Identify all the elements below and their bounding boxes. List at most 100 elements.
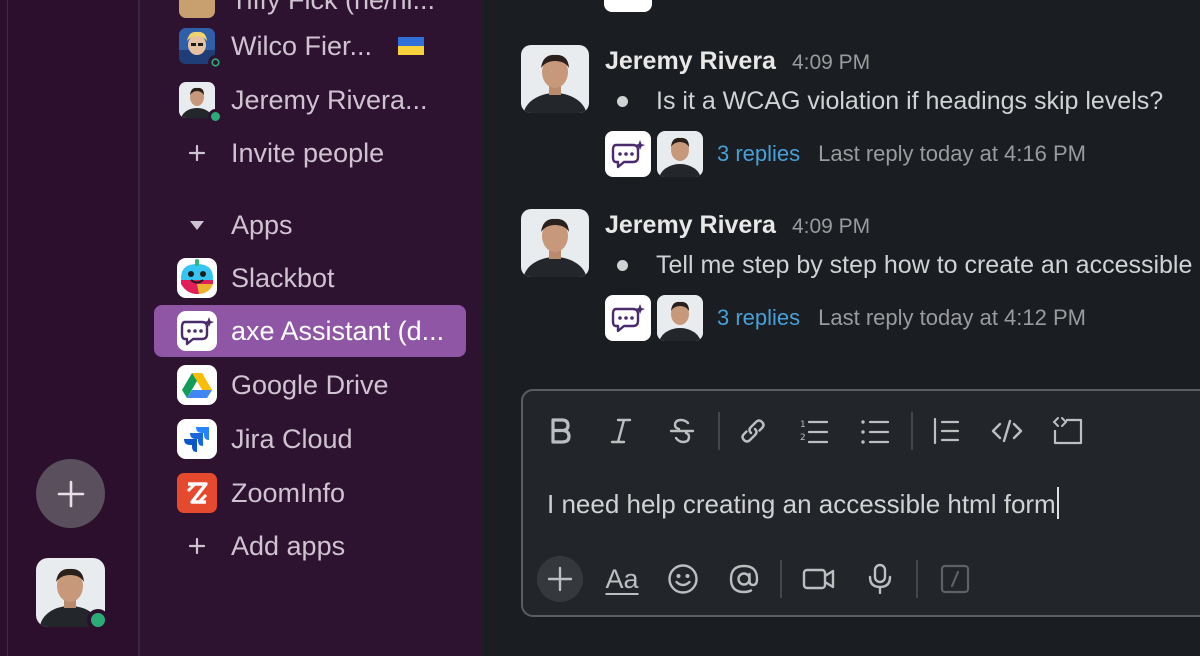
user-avatar-icon bbox=[177, 80, 223, 124]
sidebar-item-label: Jeremy Rivera... bbox=[231, 84, 428, 115]
svg-text:2: 2 bbox=[800, 433, 806, 443]
rail-divider-line bbox=[7, 0, 8, 656]
blockquote-icon bbox=[933, 417, 960, 445]
sidebar-item-google-drive[interactable]: Google Drive bbox=[154, 359, 466, 411]
slash-command-icon bbox=[940, 564, 970, 594]
svg-text:1: 1 bbox=[800, 420, 806, 430]
apps-section-header[interactable]: Apps bbox=[154, 199, 466, 251]
sidebar-item-dm-jeremy[interactable]: Jeremy Rivera... bbox=[154, 74, 466, 126]
toolbar-divider bbox=[780, 560, 782, 598]
at-sign-icon bbox=[729, 564, 759, 594]
formatting-aa-label: Aa bbox=[605, 563, 639, 594]
sidebar-item-axe-assistant[interactable]: axe Assistant (d... bbox=[154, 305, 466, 357]
add-workspace-button[interactable] bbox=[36, 459, 105, 528]
plus-icon bbox=[57, 480, 84, 507]
sidebar-item-dm-wilco[interactable]: Wilco Fier... bbox=[154, 20, 466, 72]
message-text: Is it a WCAG violation if headings skip … bbox=[617, 87, 1163, 116]
shortcuts-button[interactable] bbox=[930, 554, 980, 604]
replies-link[interactable]: 3 replies bbox=[717, 305, 800, 331]
message-timestamp[interactable]: 4:09 PM bbox=[792, 215, 870, 239]
ordered-list-button[interactable]: 12 bbox=[789, 406, 839, 456]
sidebar-item-label: Slackbot bbox=[231, 262, 335, 293]
message-input-text: I need help creating an accessible html … bbox=[547, 489, 1056, 519]
sidebar-item-label: Invite people bbox=[231, 137, 385, 168]
author-name[interactable]: Jeremy Rivera bbox=[605, 47, 776, 76]
section-label: Apps bbox=[231, 209, 293, 240]
bullet-icon bbox=[617, 260, 628, 271]
message-header: Jeremy Rivera 4:09 PM bbox=[605, 211, 870, 240]
message-text-content: Is it a WCAG violation if headings skip … bbox=[656, 87, 1164, 115]
message-text: Tell me step by step how to create an ac… bbox=[617, 251, 1192, 280]
bold-button[interactable] bbox=[535, 406, 585, 456]
user-avatar-icon bbox=[657, 131, 703, 177]
message-timestamp[interactable]: 4:09 PM bbox=[792, 51, 870, 75]
message-pane: Jeremy Rivera 4:09 PM Is it a WCAG viola… bbox=[482, 0, 1200, 656]
ukraine-flag-icon bbox=[398, 37, 425, 55]
invite-people-button[interactable]: Invite people bbox=[154, 127, 466, 179]
code-icon bbox=[991, 419, 1023, 443]
add-apps-button[interactable]: Add apps bbox=[154, 520, 466, 572]
emoji-icon bbox=[668, 564, 698, 594]
sidebar-item-label: axe Assistant (d... bbox=[231, 315, 445, 346]
blockquote-button[interactable] bbox=[921, 406, 971, 456]
sidebar-item-label: Add apps bbox=[231, 530, 346, 561]
text-cursor bbox=[1056, 487, 1059, 519]
plus-icon bbox=[177, 526, 217, 566]
sidebar-item-jira-cloud[interactable]: Jira Cloud bbox=[154, 413, 466, 465]
italic-button[interactable] bbox=[596, 406, 646, 456]
code-block-icon bbox=[1052, 417, 1083, 445]
caret-down-icon bbox=[177, 205, 217, 245]
replies-link[interactable]: 3 replies bbox=[717, 141, 800, 167]
user-avatar-icon bbox=[177, 26, 223, 70]
bulleted-list-button[interactable] bbox=[850, 406, 900, 456]
bulleted-list-icon bbox=[861, 420, 890, 444]
attach-button[interactable] bbox=[537, 556, 583, 602]
message-header: Jeremy Rivera 4:09 PM bbox=[605, 47, 870, 76]
strikethrough-icon bbox=[669, 418, 695, 444]
sidebar-item-label: Jira Cloud bbox=[231, 423, 353, 454]
axe-assistant-icon bbox=[605, 295, 651, 341]
bold-icon bbox=[551, 418, 571, 444]
formatting-toggle-button[interactable]: Aa bbox=[597, 554, 647, 604]
code-block-button[interactable] bbox=[1043, 406, 1093, 456]
sidebar-item-label: Tiffy Fick (he/hi... bbox=[231, 0, 435, 16]
author-avatar[interactable] bbox=[521, 45, 589, 113]
bullet-icon bbox=[617, 96, 628, 107]
google-drive-icon bbox=[177, 365, 217, 405]
thread-summary[interactable]: 3 replies Last reply today at 4:16 PM bbox=[605, 131, 1086, 177]
video-clip-button[interactable] bbox=[794, 554, 844, 604]
author-avatar[interactable] bbox=[521, 209, 589, 277]
emoji-button[interactable] bbox=[658, 554, 708, 604]
jira-icon bbox=[177, 419, 217, 459]
link-button[interactable] bbox=[728, 406, 778, 456]
code-button[interactable] bbox=[982, 406, 1032, 456]
last-reply-text: Last reply today at 4:16 PM bbox=[818, 141, 1086, 166]
plus-icon bbox=[547, 566, 573, 592]
axe-assistant-icon bbox=[604, 0, 652, 12]
slackbot-icon bbox=[177, 258, 217, 298]
axe-assistant-icon bbox=[177, 311, 217, 351]
thread-summary[interactable]: 3 replies Last reply today at 4:12 PM bbox=[605, 295, 1086, 341]
sidebar-item-zoominfo[interactable]: ZoomInfo bbox=[154, 467, 466, 519]
presence-online-indicator bbox=[87, 609, 109, 631]
message-composer[interactable]: 12 I need help creating an accessible ht… bbox=[521, 389, 1200, 617]
formatting-toolbar: 12 bbox=[535, 405, 1104, 457]
toolbar-divider bbox=[718, 412, 720, 450]
message-input[interactable]: I need help creating an accessible html … bbox=[547, 487, 1059, 520]
user-avatar-icon bbox=[521, 209, 589, 277]
author-name[interactable]: Jeremy Rivera bbox=[605, 211, 776, 240]
user-avatar-icon bbox=[657, 295, 703, 341]
strikethrough-button[interactable] bbox=[657, 406, 707, 456]
sidebar-item-label: ZoomInfo bbox=[231, 477, 346, 508]
message-text-content: Tell me step by step how to create an ac… bbox=[656, 251, 1193, 279]
sidebar-item-label: Wilco Fier... bbox=[231, 30, 373, 61]
sidebar-item-slackbot[interactable]: Slackbot bbox=[154, 252, 466, 304]
axe-assistant-icon bbox=[605, 131, 651, 177]
mention-button[interactable] bbox=[719, 554, 769, 604]
link-icon bbox=[741, 419, 765, 443]
audio-clip-button[interactable] bbox=[855, 554, 905, 604]
sidebar-item-label: Google Drive bbox=[231, 369, 389, 400]
toolbar-divider bbox=[916, 560, 918, 598]
workspace-rail bbox=[0, 0, 140, 656]
user-avatar-icon bbox=[177, 0, 217, 20]
